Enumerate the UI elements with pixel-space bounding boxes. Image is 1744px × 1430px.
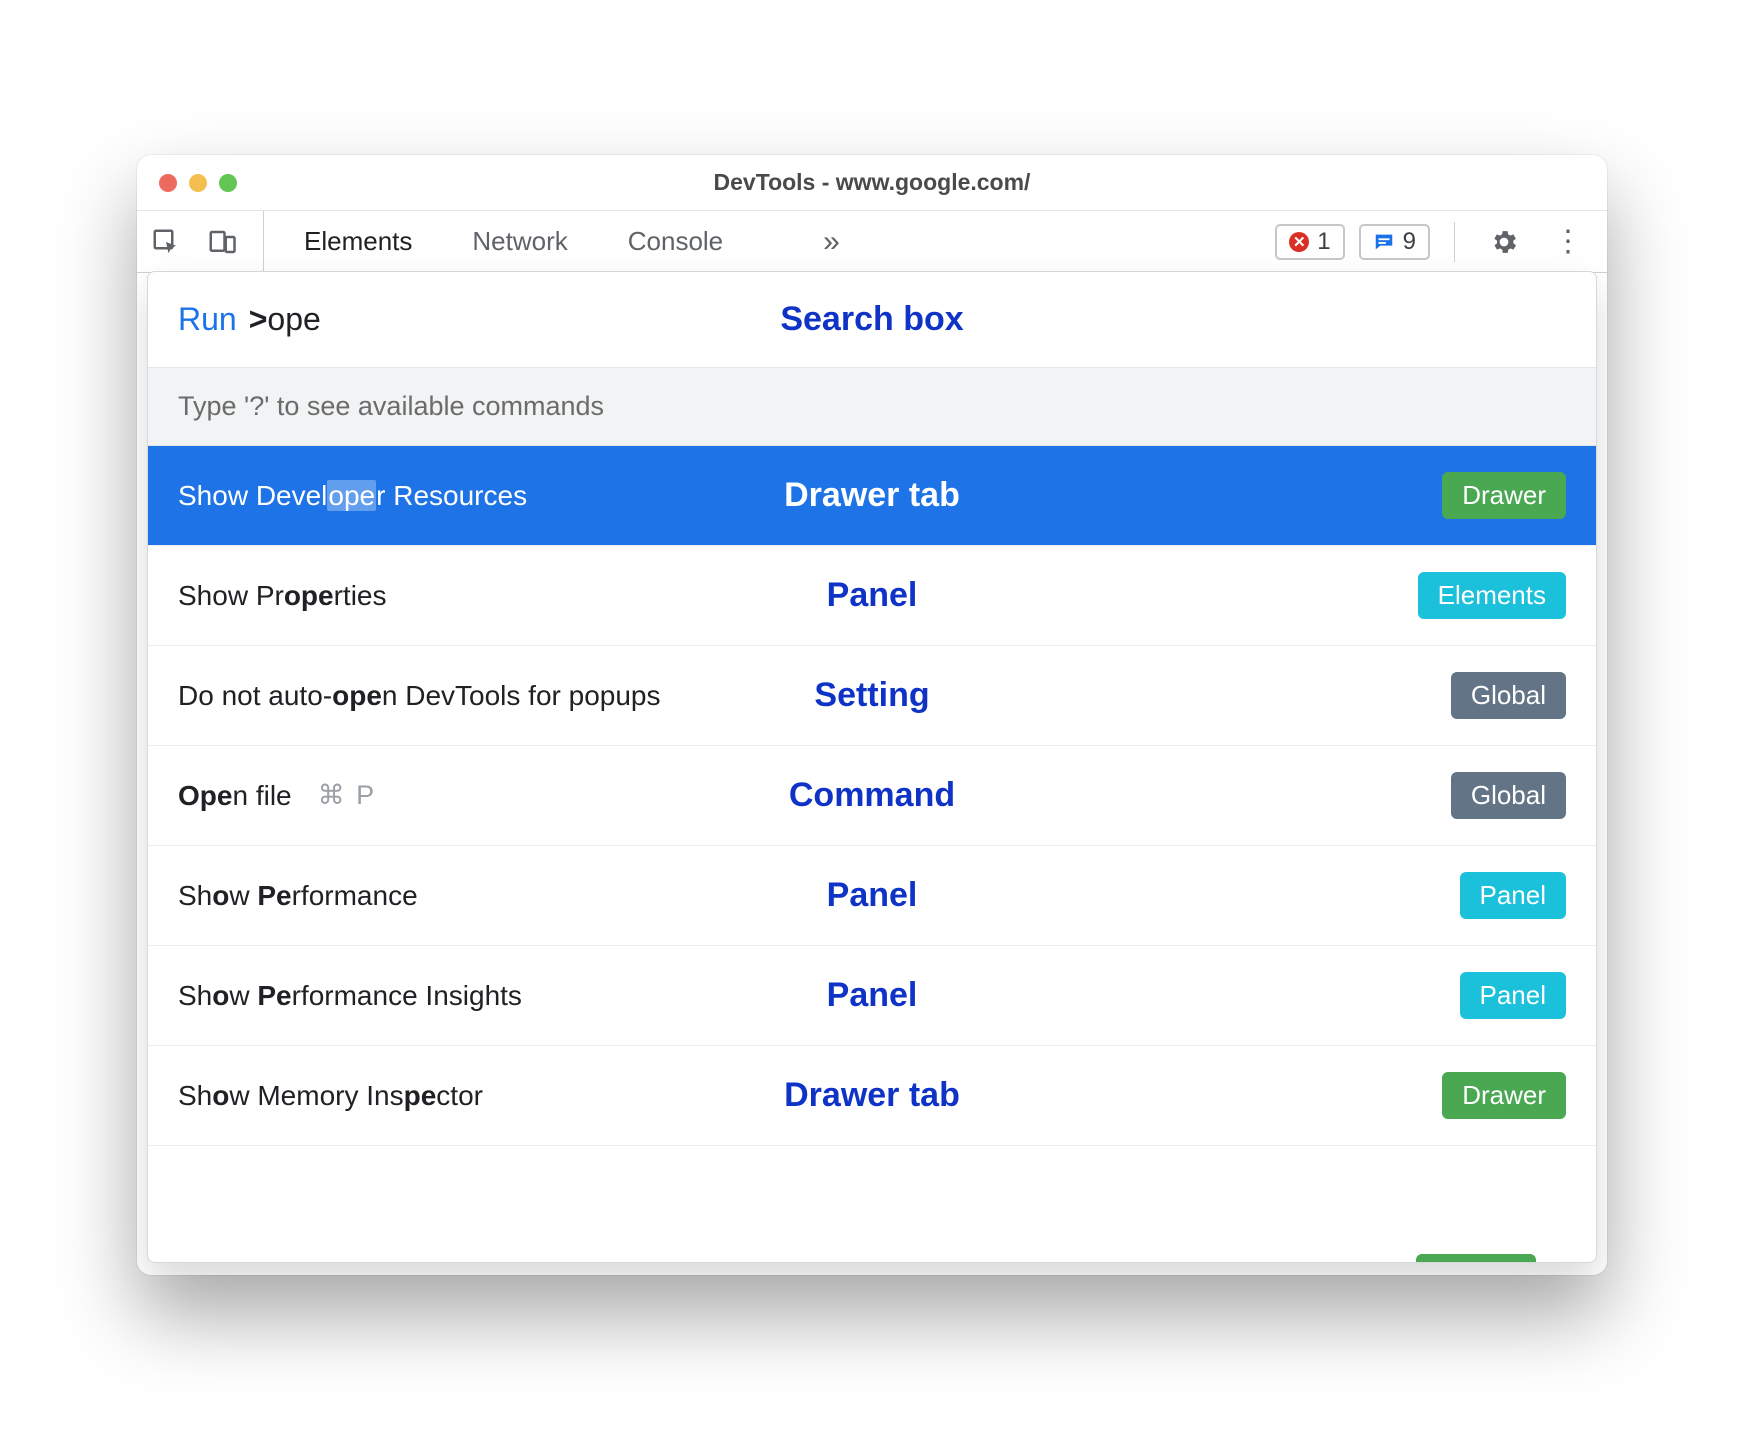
command-result-label: Open file [178,780,292,812]
tab-network[interactable]: Network [472,211,567,272]
command-type-annotation: Panel [827,976,918,1015]
command-result-label: Show Performance [178,880,418,912]
more-menu-icon[interactable]: ⋮ [1543,220,1593,263]
command-type-annotation: Drawer tab [784,476,960,515]
command-result-tag: Global [1451,672,1566,719]
next-result-peek [1416,1254,1536,1262]
command-result-tag: Drawer [1442,472,1566,519]
window-title: DevTools - www.google.com/ [137,169,1607,196]
command-result-label: Show Performance Insights [178,980,522,1012]
command-type-annotation: Drawer tab [784,1076,960,1115]
errors-count: 1 [1317,228,1330,256]
command-result[interactable]: Show Properties Panel Elements [148,546,1596,646]
run-label: Run [178,301,237,338]
command-query: ope [267,301,320,338]
settings-gear-icon[interactable] [1479,223,1529,261]
close-window-button[interactable] [159,174,177,192]
more-tabs-icon[interactable]: » [823,225,840,259]
window-controls [159,174,237,192]
command-type-annotation: Panel [827,576,918,615]
command-result-label: Show Developer Resources [178,480,527,512]
zoom-window-button[interactable] [219,174,237,192]
devtools-tabs: Elements Network Console » [304,211,840,272]
command-type-annotation: Setting [814,676,929,715]
toolbar-right-group: ✕ 1 9 ⋮ [1275,220,1593,263]
command-result[interactable]: Show Developer Resources Drawer tab Drawer [148,446,1596,546]
search-box-annotation: Search box [780,300,963,339]
command-results-list: Show Developer Resources Drawer tab Drawer… [148,446,1596,1262]
messages-badge[interactable]: 9 [1359,224,1430,260]
command-result-label: Show Properties [178,580,387,612]
command-menu: Run > ope Search box Type '?' to see ava… [147,271,1597,1263]
titlebar: DevTools - www.google.com/ [137,155,1607,211]
messages-count: 9 [1403,228,1416,256]
command-result[interactable]: Show Performance Insights Panel Panel [148,946,1596,1046]
inspect-element-icon[interactable] [151,227,181,257]
command-search-row[interactable]: Run > ope Search box [148,272,1596,368]
text-caret [321,302,323,338]
devtools-window: DevTools - www.google.com/ Elements Netw… [137,155,1607,1275]
command-result-tag: Global [1451,772,1566,819]
command-prefix: > [249,301,268,338]
command-result-label: Show Memory Inspector [178,1080,483,1112]
command-hint-text: Type '?' to see available commands [178,391,604,422]
command-result[interactable]: Show Memory Inspector Drawer tab Drawer [148,1046,1596,1146]
command-result[interactable]: Open file ⌘ P Command Global [148,746,1596,846]
command-type-annotation: Panel [827,876,918,915]
device-toggle-icon[interactable] [207,227,237,257]
command-result-tag: Drawer [1442,1072,1566,1119]
tab-elements[interactable]: Elements [304,211,412,272]
command-shortcut: ⌘ P [318,780,377,811]
error-icon: ✕ [1289,232,1309,252]
command-hint: Type '?' to see available commands [148,368,1596,446]
minimize-window-button[interactable] [189,174,207,192]
command-result-tag: Panel [1460,972,1567,1019]
toolbar-left-group [151,211,264,272]
separator [1454,222,1455,262]
errors-badge[interactable]: ✕ 1 [1275,224,1344,260]
toolbar: Elements Network Console » ✕ 1 9 ⋮ [137,211,1607,273]
tab-console[interactable]: Console [628,211,723,272]
command-type-annotation: Command [789,776,955,815]
message-icon [1373,231,1395,253]
command-result-tag: Panel [1460,872,1567,919]
command-result-tag: Elements [1418,572,1566,619]
command-result[interactable]: Show Performance Panel Panel [148,846,1596,946]
command-result-label: Do not auto-open DevTools for popups [178,680,661,712]
command-result[interactable]: Do not auto-open DevTools for popups Sett… [148,646,1596,746]
